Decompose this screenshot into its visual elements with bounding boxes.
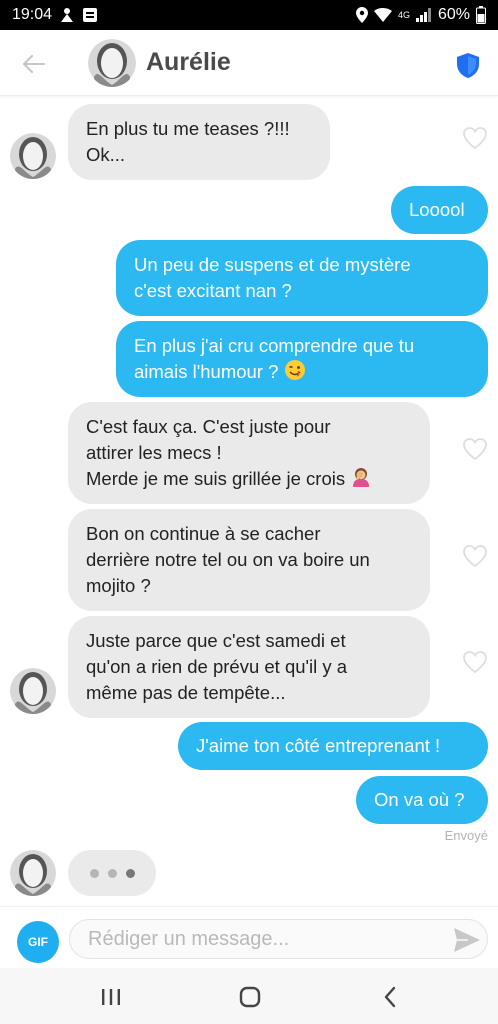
network-type: 4G: [397, 9, 410, 20]
like-heart-icon[interactable]: [462, 437, 488, 461]
outgoing-message[interactable]: J'aime ton côté entreprenant !: [178, 722, 488, 770]
outgoing-message[interactable]: Un peu de suspens et de mystère c'est ex…: [116, 240, 488, 316]
battery-percent: 60%: [437, 6, 470, 23]
message-line: En plus j'ai cru comprendre que tu: [134, 335, 415, 356]
battery-icon: [476, 6, 486, 24]
like-heart-icon[interactable]: [462, 544, 488, 568]
contact-avatar-small[interactable]: [10, 850, 56, 896]
outgoing-message[interactable]: On va où ?: [356, 776, 488, 824]
outgoing-message[interactable]: Looool: [391, 186, 488, 234]
woman-facepalming-icon: [350, 466, 372, 495]
app-notification-icon: [82, 7, 98, 23]
composer-bar: GIF: [0, 906, 498, 968]
status-bar: 19:04 4G 60%: [0, 0, 498, 30]
message-line: derrière notre tel ou on va boire un: [86, 549, 370, 570]
message-line: Un peu de suspens et de mystère: [134, 254, 411, 275]
message-line: Bon on continue à se cacher: [86, 523, 321, 544]
message-line: Merde je me suis grillée je crois: [86, 468, 351, 489]
typing-dot: [89, 868, 99, 878]
message-line: mojito ?: [86, 575, 151, 596]
message-line: attirer les mecs !: [86, 442, 222, 463]
message-text: Looool: [409, 199, 465, 220]
contact-avatar-small[interactable]: [10, 668, 56, 714]
incoming-message[interactable]: Juste parce que c'est samedi et qu'on a …: [68, 616, 430, 718]
typing-indicator: [68, 850, 156, 896]
send-button[interactable]: [452, 926, 482, 954]
message-line: Juste parce que c'est samedi et: [86, 630, 346, 651]
home-button[interactable]: [235, 982, 265, 1012]
message-line: aimais l'humour ?: [134, 361, 284, 382]
message-list[interactable]: En plus tu me teases ?!!! Ok... Looool U…: [0, 96, 498, 906]
winking-face-icon: [284, 359, 306, 388]
message-text: J'aime ton côté entreprenant !: [196, 735, 441, 756]
back-button[interactable]: [20, 50, 48, 78]
message-input[interactable]: [69, 919, 488, 959]
contact-name[interactable]: Aurélie: [146, 48, 231, 77]
location-icon: [355, 7, 368, 23]
back-arrow-icon: [23, 55, 45, 73]
sent-status: Envoyé: [444, 828, 488, 843]
contact-avatar[interactable]: [88, 39, 136, 87]
notification-icon: [60, 7, 74, 23]
status-time: 19:04: [12, 6, 53, 23]
outgoing-message[interactable]: En plus j'ai cru comprendre que tu aimai…: [116, 321, 488, 397]
like-heart-icon[interactable]: [462, 126, 488, 150]
chevron-left-icon: [384, 986, 396, 1008]
message-line: C'est faux ça. C'est juste pour: [86, 416, 331, 437]
shield-icon: [457, 53, 479, 78]
system-nav-bar: [0, 968, 498, 1024]
typing-dot: [125, 868, 135, 878]
incoming-message[interactable]: Bon on continue à se cacher derrière not…: [68, 509, 430, 611]
signal-icon: [415, 8, 432, 22]
send-icon: [454, 928, 480, 952]
like-heart-icon[interactable]: [462, 650, 488, 674]
message-text: On va où ?: [374, 789, 465, 810]
message-line: qu'on a rien de prévu et qu'il y a: [86, 656, 348, 677]
message-line: Ok...: [86, 144, 126, 165]
safety-shield-button[interactable]: [453, 50, 483, 80]
recent-apps-button[interactable]: [96, 982, 126, 1012]
message-line: même pas de tempête...: [86, 682, 286, 703]
wifi-icon: [373, 7, 392, 23]
gif-button[interactable]: GIF: [17, 921, 59, 963]
message-line: En plus tu me teases ?!!!: [86, 118, 290, 139]
contact-avatar-small[interactable]: [10, 133, 56, 179]
message-line: c'est excitant nan ?: [134, 280, 292, 301]
incoming-message[interactable]: C'est faux ça. C'est juste pour attirer …: [68, 402, 430, 504]
typing-dot: [107, 868, 117, 878]
system-back-button[interactable]: [375, 982, 405, 1012]
incoming-message[interactable]: En plus tu me teases ?!!! Ok...: [68, 104, 330, 180]
recent-apps-icon: [102, 989, 120, 1005]
home-icon: [239, 986, 261, 1008]
chat-header: Aurélie: [0, 30, 498, 96]
